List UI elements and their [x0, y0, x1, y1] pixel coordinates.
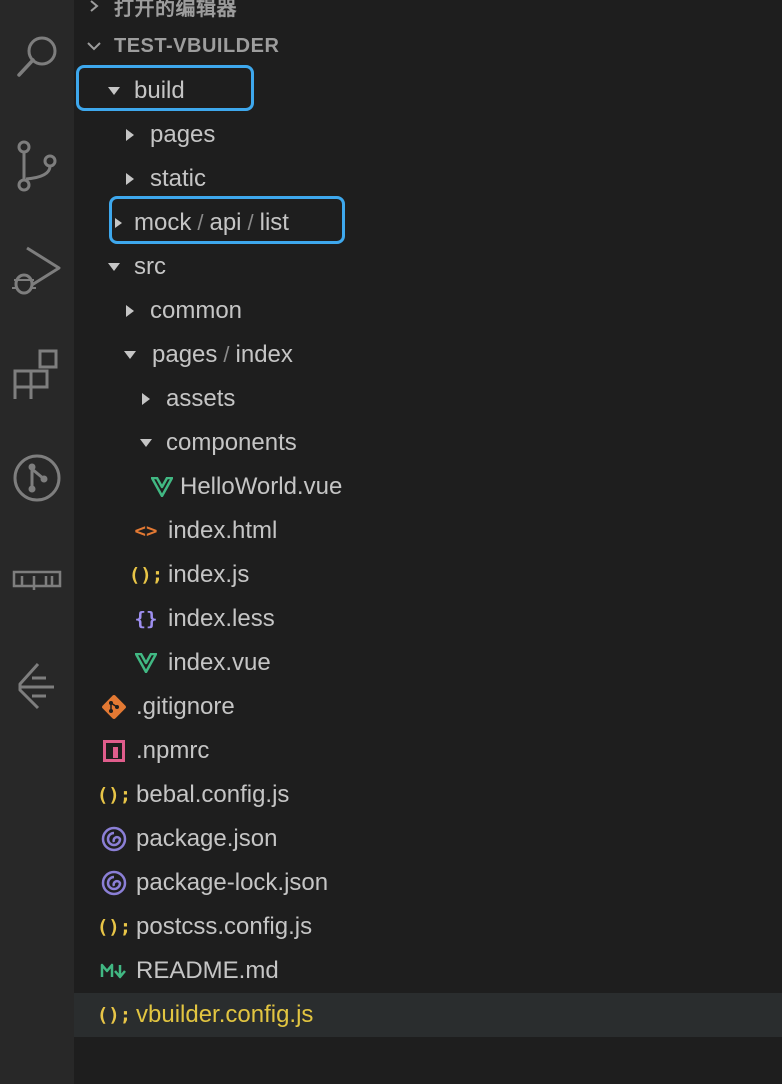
collapsed-arrow-icon	[116, 289, 144, 333]
open-editors-header[interactable]: 打开的编辑器	[74, 0, 782, 24]
folder-label: src	[134, 253, 166, 280]
folder-label: static	[150, 165, 207, 192]
activity-bar	[0, 0, 74, 1084]
file-label: package-lock.json	[136, 869, 329, 896]
collapsed-arrow-icon	[110, 201, 128, 245]
path-separator: /	[247, 210, 254, 235]
vue-file-icon	[146, 465, 178, 509]
project-header[interactable]: TEST-VBUILDER	[74, 28, 782, 64]
tree-item-static[interactable]: static	[74, 157, 782, 201]
javascript-file-icon: ();	[96, 1004, 132, 1026]
collapsed-arrow-icon	[116, 157, 144, 201]
tree-item-build-pages[interactable]: pages	[74, 113, 782, 157]
vue-file-icon	[130, 641, 162, 685]
javascript-file-icon: ();	[128, 564, 164, 586]
tree-item-package-lock-json[interactable]: package-lock.json	[74, 861, 782, 905]
html-file-icon: <>	[134, 520, 158, 542]
tree-item-readme[interactable]: README.md	[74, 949, 782, 993]
folder-label: components	[166, 429, 297, 456]
folder-label: assets	[166, 385, 236, 412]
tree-item-npmrc[interactable]: .npmrc	[74, 729, 782, 773]
project-name: TEST-VBUILDER	[114, 34, 280, 57]
folder-label-api: api	[209, 209, 242, 236]
chevron-down-icon	[74, 38, 114, 54]
explorer-panel: 打开的编辑器 TEST-VBUILDER build pages static …	[74, 0, 782, 1084]
folder-label: pages	[150, 121, 216, 148]
extensions-icon[interactable]	[0, 342, 74, 406]
tree-item-pages-index[interactable]: pages / index	[74, 333, 782, 377]
expanded-arrow-icon	[100, 69, 128, 113]
tree-item-mock-api-list[interactable]: mock / api / list	[74, 201, 782, 245]
javascript-file-icon: ();	[96, 784, 132, 806]
folder-label-pages: pages	[152, 341, 218, 368]
tree-item-components[interactable]: components	[74, 421, 782, 465]
source-control-icon[interactable]	[0, 134, 74, 198]
tree-item-package-json[interactable]: package.json	[74, 817, 782, 861]
collapsed-arrow-icon	[116, 113, 144, 157]
file-label: index.js	[168, 561, 250, 588]
open-editors-label: 打开的编辑器	[114, 0, 237, 20]
file-label: vbuilder.config.js	[136, 1001, 314, 1028]
tree-item-postcss-config[interactable]: (); postcss.config.js	[74, 905, 782, 949]
chevron-right-icon	[74, 0, 114, 13]
file-label: index.less	[168, 605, 275, 632]
tree-item-index-vue[interactable]: index.vue	[74, 641, 782, 685]
tree-item-gitignore[interactable]: .gitignore	[74, 685, 782, 729]
expanded-arrow-icon	[116, 333, 144, 377]
tree-item-index-js[interactable]: (); index.js	[74, 553, 782, 597]
file-label: HelloWorld.vue	[180, 473, 343, 500]
npm-icon[interactable]	[0, 548, 74, 612]
file-label: package.json	[136, 825, 278, 852]
search-icon[interactable]	[0, 26, 74, 90]
tree-item-helloworld-vue[interactable]: HelloWorld.vue	[74, 465, 782, 509]
tree-item-assets[interactable]: assets	[74, 377, 782, 421]
tree-item-bebal-config[interactable]: (); bebal.config.js	[74, 773, 782, 817]
tree-item-common[interactable]: common	[74, 289, 782, 333]
folder-label-list: list	[259, 209, 289, 236]
tree-item-index-html[interactable]: <> index.html	[74, 509, 782, 553]
path-separator: /	[197, 210, 204, 235]
collapsed-arrow-icon	[132, 377, 160, 421]
path-separator: /	[223, 342, 230, 367]
expanded-arrow-icon	[132, 421, 160, 465]
file-label: index.html	[168, 517, 278, 544]
timeline-icon[interactable]	[0, 654, 74, 718]
tree-item-build[interactable]: build	[74, 69, 782, 113]
git-file-icon	[98, 685, 130, 729]
file-label: .gitignore	[136, 693, 235, 720]
git-graph-icon[interactable]	[0, 446, 74, 510]
file-label: bebal.config.js	[136, 781, 290, 808]
folder-label-index: index	[235, 341, 293, 368]
tree-item-vbuilder-config[interactable]: (); vbuilder.config.js	[74, 993, 782, 1037]
file-label: README.md	[136, 957, 279, 984]
file-label: postcss.config.js	[136, 913, 313, 940]
file-label: .npmrc	[136, 737, 210, 764]
less-file-icon: {}	[134, 608, 158, 630]
tree-item-index-less[interactable]: {} index.less	[74, 597, 782, 641]
npm-file-icon	[98, 729, 130, 773]
tree-item-src[interactable]: src	[74, 245, 782, 289]
file-label: index.vue	[168, 649, 271, 676]
json-file-icon	[98, 817, 130, 861]
folder-label-mock: mock	[134, 209, 192, 236]
markdown-file-icon	[98, 949, 130, 993]
folder-label: common	[150, 297, 243, 324]
javascript-file-icon: ();	[96, 916, 132, 938]
run-debug-icon[interactable]	[0, 238, 74, 302]
expanded-arrow-icon	[100, 245, 128, 289]
json-file-icon	[98, 861, 130, 905]
folder-label: build	[134, 77, 185, 104]
